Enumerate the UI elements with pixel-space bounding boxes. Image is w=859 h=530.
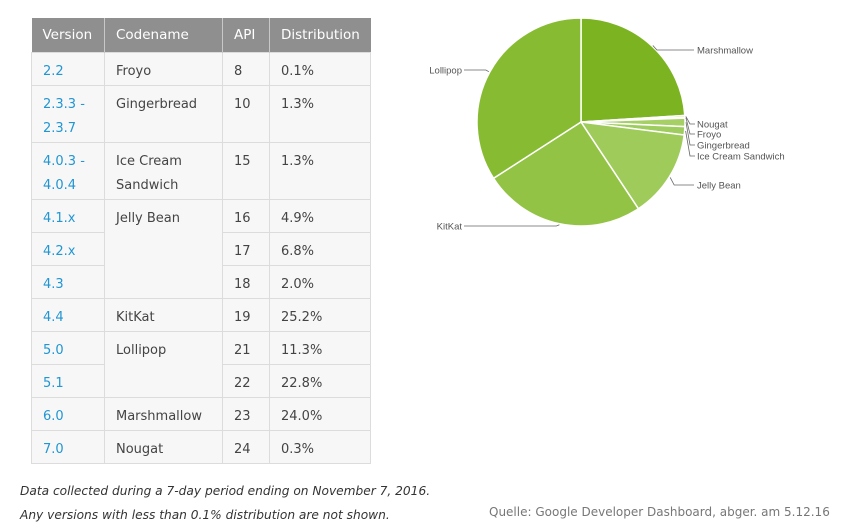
pie-slices [476,17,686,227]
footnote-threshold: Any versions with less than 0.1% distrib… [20,508,390,522]
codename-cell: Marshmallow [104,397,223,431]
table-row: 5.0 Lollipop 21 11.3% [31,331,372,398]
pie-label-lollipop: Lollipop [429,66,462,77]
pie-label-jelly-bean: Jelly Bean [697,181,741,192]
api-cell: 24 [222,430,270,464]
leader-line-ice-cream-sandwich [685,130,695,157]
leader-line-jelly-bean [669,177,694,186]
version-link[interactable]: 4.4 [31,298,105,332]
distribution-cell: 0.3% [268,430,372,464]
distribution-cell: 22.8% [268,364,372,398]
pie-label-gingerbread: Gingerbread [697,141,750,152]
footnote-collection-period: Data collected during a 7-day period end… [20,484,431,498]
source-credit: Quelle: Google Developer Dashboard, abge… [489,505,830,519]
pie-slice-marshmallow [580,17,686,123]
api-cell: 21 [222,331,270,365]
api-cell: 23 [222,397,270,431]
leader-line-marshmallow [652,45,694,51]
pie-label-froyo: Froyo [697,130,721,141]
pie-label-ice-cream-sandwich: Ice Cream Sandwich [697,152,785,163]
table-row: 4.4 KitKat 19 25.2% [31,298,372,332]
version-link[interactable]: 5.0 [31,331,105,365]
leader-line-kitkat [464,224,560,227]
api-cell: 19 [222,298,270,332]
codename-cell: Lollipop [104,331,223,398]
version-link[interactable]: 5.1 [31,364,105,398]
pie-label-marshmallow: Marshmallow [697,46,753,57]
pie-label-kitkat: KitKat [437,222,463,233]
version-link[interactable]: 4.3 [31,265,105,299]
codename-cell: Nougat [104,430,223,464]
pie-chart: MarshmallowNougatFroyoGingerbreadIce Cre… [429,17,785,233]
distribution-cell: 11.3% [268,331,372,365]
codename-cell: KitKat [104,298,223,332]
version-link[interactable]: 7.0 [31,430,105,464]
table-row: 6.0 Marshmallow 23 24.0% [31,397,372,431]
table-row: 7.0 Nougat 24 0.3% [31,430,372,464]
version-link[interactable]: 6.0 [31,397,105,431]
api-cell: 22 [222,364,270,398]
distribution-cell: 24.0% [268,397,372,431]
footnotes: Data collected during a 7-day period end… [20,479,430,527]
distribution-cell: 2.0% [268,265,372,299]
distribution-cell: 25.2% [268,298,372,332]
api-cell: 18 [222,265,270,299]
leader-line-lollipop [464,69,490,73]
